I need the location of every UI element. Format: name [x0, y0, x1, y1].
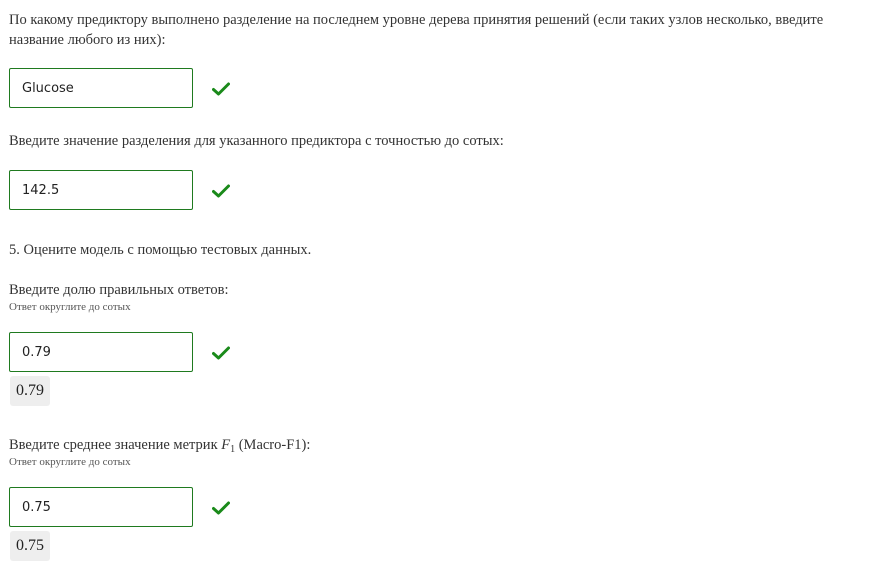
f1-prompt: Введите среднее значение метрик F1 (Macr… — [9, 435, 879, 460]
accuracy-hint: Ответ округлите до сотых — [9, 301, 131, 313]
section-heading: 5. Оцените модель с помощью тестовых дан… — [9, 242, 312, 258]
f1-prompt-suffix: (Macro-F1): — [235, 437, 311, 453]
f1-preview: 0.75 — [10, 531, 50, 561]
accuracy-prompt: Введите долю правильных ответов: — [9, 282, 229, 298]
question-2-answer-field[interactable]: 142.5 — [9, 170, 193, 210]
f1-hint: Ответ округлите до сотых — [9, 456, 131, 468]
f1-math-symbol: F — [221, 437, 231, 453]
checkmark-icon — [212, 501, 230, 515]
accuracy-preview: 0.79 — [10, 376, 50, 406]
checkmark-icon — [212, 346, 230, 360]
question-1-prompt: По какому предиктору выполнено разделени… — [9, 12, 824, 48]
f1-answer-field[interactable]: 0.75 — [9, 487, 193, 527]
checkmark-icon — [212, 82, 230, 96]
question-1-answer-field[interactable]: Glucose — [9, 68, 193, 108]
accuracy-answer-field[interactable]: 0.79 — [9, 332, 193, 372]
f1-prompt-prefix: Введите среднее значение метрик — [9, 437, 222, 453]
question-2-prompt: Введите значение разделения для указанно… — [9, 133, 504, 149]
checkmark-icon — [212, 184, 230, 198]
